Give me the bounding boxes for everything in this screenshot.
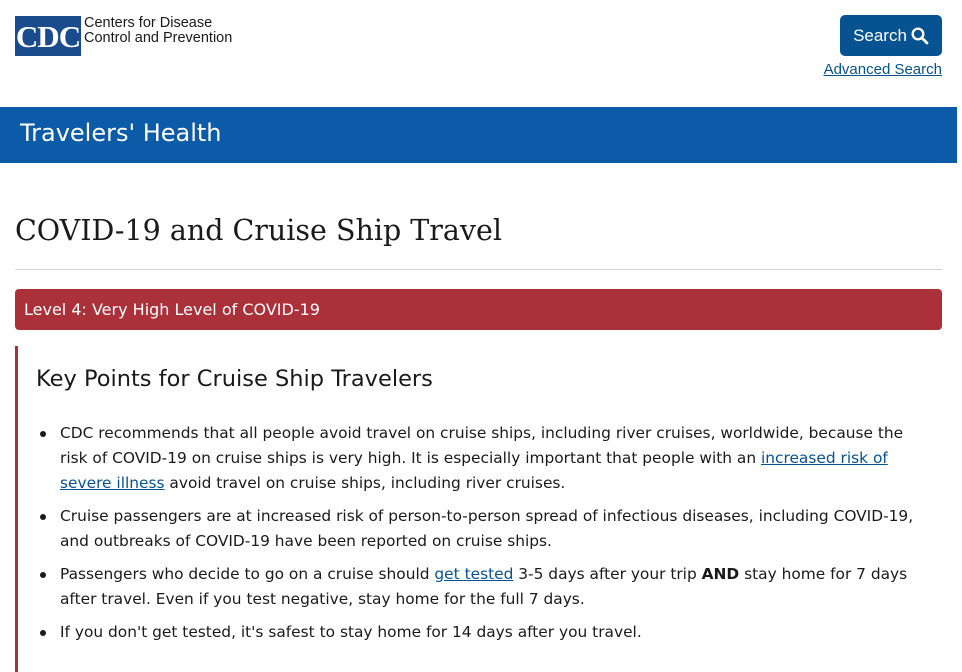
point-2-text: Cruise passengers are at increased risk … [60,507,914,550]
section-banner: Travelers' Health [0,107,957,163]
search-icon [911,26,929,44]
key-points-list: CDC recommends that all people avoid tra… [40,421,925,653]
page-title: COVID-19 and Cruise Ship Travel [15,214,502,247]
org-name-line-1: Centers for Disease [84,15,213,31]
point-3-text-middle: 3-5 days after your trip [513,565,702,583]
get-tested-link[interactable]: get tested [434,565,513,583]
cdc-logo-letters: CDC [15,18,81,54]
key-points-heading: Key Points for Cruise Ship Travelers [36,366,433,392]
point-3-text-before: Passengers who decide to go on a cruise … [60,565,435,583]
cdc-logo[interactable]: CDC Centers for Disease Control and Prev… [15,16,232,56]
list-item: CDC recommends that all people avoid tra… [40,421,925,496]
alert-text: Level 4: Very High Level of COVID-19 [24,300,320,319]
list-item: Passengers who decide to go on a cruise … [40,562,925,612]
list-item: Cruise passengers are at increased risk … [40,504,925,554]
point-3-emphasis: AND [701,565,740,583]
cdc-logo-text: Centers for Disease Control and Preventi… [84,16,232,45]
site-header: CDC Centers for Disease Control and Prev… [0,0,962,107]
search-button[interactable]: Search [840,15,942,56]
key-points-card: Key Points for Cruise Ship Travelers CDC… [15,346,942,672]
section-title[interactable]: Travelers' Health [20,119,222,147]
travel-level-alert: Level 4: Very High Level of COVID-19 [15,289,942,330]
point-1-text-after: avoid travel on cruise ships, including … [164,474,566,492]
cdc-logo-mark: CDC [15,16,81,56]
list-item: If you don't get tested, it's safest to … [40,620,925,645]
advanced-search-link[interactable]: Advanced Search [824,61,942,78]
title-divider [15,269,942,270]
org-name-line-2: Control and Prevention [84,29,233,46]
search-button-label: Search [853,25,907,45]
point-4-text: If you don't get tested, it's safest to … [60,623,642,641]
